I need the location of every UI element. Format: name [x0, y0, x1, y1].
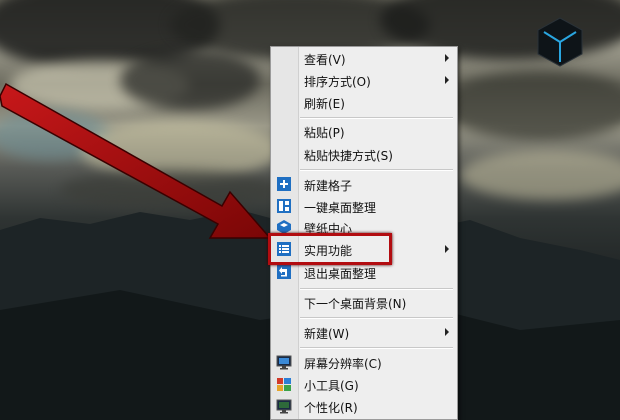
monitor-icon [276, 354, 292, 370]
menu-item-refresh[interactable]: 刷新(E) [271, 92, 457, 113]
menu-item-paste[interactable]: 粘贴(P) [271, 121, 457, 142]
wallpaper-cube-icon [276, 219, 292, 235]
menu-item-label: 排序方式(O) [304, 75, 371, 89]
menu-item-new[interactable]: 新建(W) [271, 322, 457, 343]
menu-item-label: 新建格子 [304, 179, 353, 193]
menu-item-label: 查看(V) [304, 53, 346, 67]
menu-item-view[interactable]: 查看(V) [271, 48, 457, 69]
cloud [120, 50, 260, 110]
menu-separator [300, 288, 453, 290]
cube-app-icon[interactable] [534, 16, 586, 68]
menu-item-new-fence[interactable]: 新建格子 [271, 174, 457, 195]
menu-item-wallpaper-center[interactable]: 壁纸中心 [271, 217, 457, 238]
menu-item-label: 粘贴快捷方式(S) [304, 149, 393, 163]
menu-item-label: 小工具(G) [304, 379, 359, 393]
submenu-arrow-icon [445, 76, 449, 84]
menu-item-next-background[interactable]: 下一个桌面背景(N) [271, 292, 457, 313]
menu-item-label: 壁纸中心 [304, 222, 353, 236]
submenu-arrow-icon [445, 245, 449, 253]
exit-icon [276, 264, 292, 280]
gadgets-icon [276, 376, 292, 392]
submenu-arrow-icon [445, 328, 449, 336]
menu-item-label: 实用功能 [304, 244, 353, 258]
menu-item-screen-resolution[interactable]: 屏幕分辨率(C) [271, 352, 457, 373]
menu-separator [300, 317, 453, 319]
menu-item-label: 新建(W) [304, 327, 350, 341]
plus-icon [276, 176, 292, 192]
menu-item-one-click-organize[interactable]: 一键桌面整理 [271, 196, 457, 217]
menu-item-label: 刷新(E) [304, 97, 345, 111]
menu-item-label: 一键桌面整理 [304, 201, 377, 215]
menu-separator [300, 169, 453, 171]
list-icon [276, 241, 292, 257]
menu-item-exit-organize[interactable]: 退出桌面整理 [271, 262, 457, 283]
personalize-icon [276, 398, 292, 414]
menu-item-sort-by[interactable]: 排序方式(O) [271, 70, 457, 91]
menu-item-gadgets[interactable]: 小工具(G) [271, 374, 457, 395]
submenu-arrow-icon [445, 54, 449, 62]
menu-separator [300, 117, 453, 119]
menu-item-personalize[interactable]: 个性化(R) [271, 396, 457, 417]
cloud [440, 70, 620, 140]
grid-layout-icon [276, 198, 292, 214]
menu-item-label: 屏幕分辨率(C) [304, 357, 382, 371]
menu-separator [300, 347, 453, 349]
menu-item-label: 粘贴(P) [304, 126, 345, 140]
menu-item-utilities[interactable]: 实用功能 [271, 239, 457, 260]
menu-item-paste-shortcut[interactable]: 粘贴快捷方式(S) [271, 144, 457, 165]
desktop-context-menu: 查看(V) 排序方式(O) 刷新(E) 粘贴(P) 粘贴快捷方式(S) 新建格子… [270, 46, 458, 420]
menu-item-label: 退出桌面整理 [304, 267, 377, 281]
menu-item-label: 个性化(R) [304, 401, 358, 415]
menu-item-label: 下一个桌面背景(N) [304, 297, 407, 311]
